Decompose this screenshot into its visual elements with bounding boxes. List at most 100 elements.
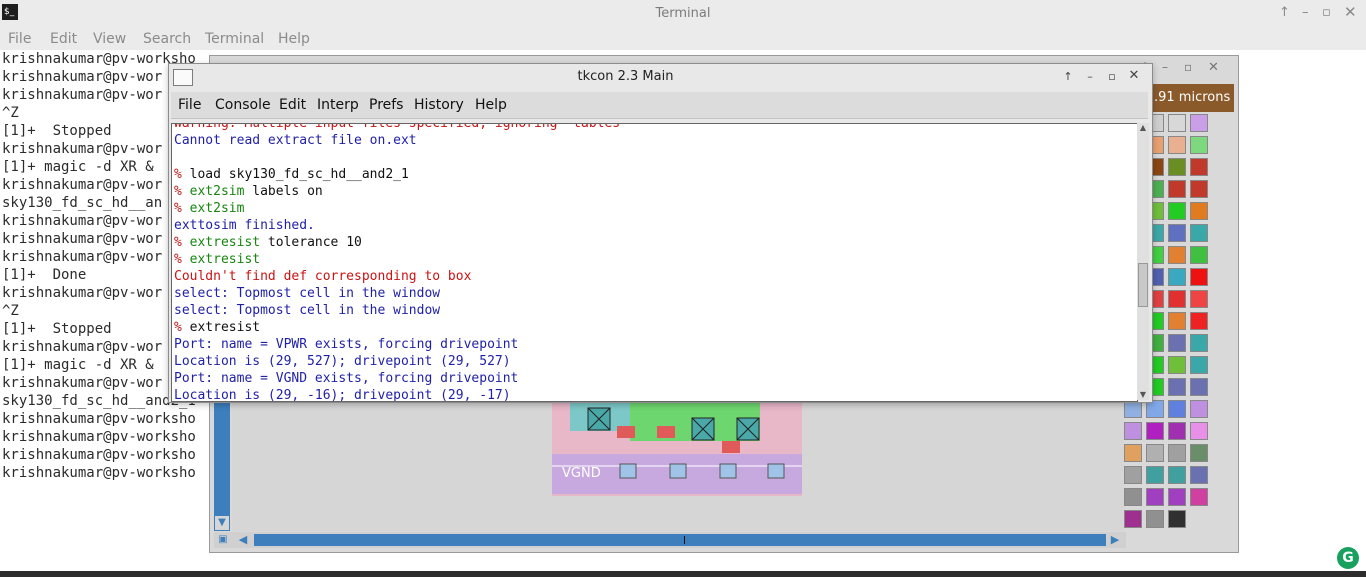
console-text: Warning: Multiple input files specified;… bbox=[174, 123, 628, 131]
layer-swatch[interactable] bbox=[1168, 466, 1186, 484]
terminal-line: krishnakumar@pv-wor bbox=[2, 87, 163, 103]
layer-swatch[interactable] bbox=[1168, 224, 1186, 242]
tkcon-menu-prefs[interactable]: Prefs bbox=[369, 97, 403, 113]
terminal-scroll-up-icon[interactable]: ↑ bbox=[1279, 5, 1290, 20]
scroll-up-arrow-icon[interactable]: ▲ bbox=[1137, 123, 1149, 133]
layer-swatch[interactable] bbox=[1190, 334, 1208, 352]
layer-swatch[interactable] bbox=[1168, 114, 1186, 132]
layer-swatch[interactable] bbox=[1168, 422, 1186, 440]
tkcon-menu-file[interactable]: File bbox=[178, 97, 201, 113]
tkcon-menu-edit[interactable]: Edit bbox=[279, 97, 306, 113]
console-text: tolerance 10 bbox=[260, 235, 362, 250]
layer-swatch[interactable] bbox=[1124, 444, 1142, 462]
console-text: extresist bbox=[189, 320, 261, 335]
magic-maximize-button[interactable]: ▫ bbox=[1184, 60, 1192, 74]
layer-swatch[interactable] bbox=[1124, 488, 1142, 506]
terminal-line: krishnakumar@pv-worksho bbox=[2, 447, 196, 463]
layer-swatch[interactable] bbox=[1124, 422, 1142, 440]
scroll-position-marker bbox=[684, 536, 685, 544]
layer-swatch[interactable] bbox=[1168, 202, 1186, 220]
layer-swatch[interactable] bbox=[1190, 114, 1208, 132]
layer-swatch[interactable] bbox=[1190, 356, 1208, 374]
scroll-left-arrow-icon[interactable]: ◀ bbox=[236, 533, 250, 547]
layer-swatch[interactable] bbox=[1190, 400, 1208, 418]
magic-close-button[interactable]: ✕ bbox=[1208, 60, 1219, 75]
layer-swatch[interactable] bbox=[1168, 268, 1186, 286]
layer-swatch[interactable] bbox=[1190, 466, 1208, 484]
layer-swatch[interactable] bbox=[1190, 246, 1208, 264]
tkcon-menu-console[interactable]: Console bbox=[215, 97, 271, 113]
terminal-menu-file[interactable]: File bbox=[8, 31, 31, 47]
tkcon-menu-interp[interactable]: Interp bbox=[317, 97, 359, 113]
terminal-minimize-button[interactable]: – bbox=[1302, 5, 1309, 20]
layer-swatch[interactable] bbox=[1168, 180, 1186, 198]
tkcon-minimize-button[interactable]: – bbox=[1081, 70, 1099, 84]
terminal-menu-search[interactable]: Search bbox=[143, 31, 191, 47]
console-command: extresist bbox=[189, 235, 261, 250]
zoom-box-icon[interactable]: ▣ bbox=[216, 533, 230, 547]
console-text: load sky130_fd_sc_hd__and2_1 bbox=[189, 167, 409, 182]
layer-swatch[interactable] bbox=[1190, 378, 1208, 396]
tkcon-console-output[interactable]: Warning: Multiple input files specified;… bbox=[171, 123, 1138, 402]
layer-swatch[interactable] bbox=[1190, 268, 1208, 286]
tkcon-menu-help[interactable]: Help bbox=[475, 97, 507, 113]
tkcon-vertical-scrollbar[interactable]: ▲ ▼ bbox=[1137, 123, 1149, 400]
layer-swatch[interactable] bbox=[1190, 180, 1208, 198]
horizontal-scroll-track[interactable] bbox=[254, 534, 1106, 546]
magic-layout-canvas[interactable]: VGND bbox=[232, 396, 1124, 531]
layer-swatch[interactable] bbox=[1168, 290, 1186, 308]
layer-swatch[interactable] bbox=[1168, 356, 1186, 374]
layer-swatch[interactable] bbox=[1190, 136, 1208, 154]
terminal-menu-help[interactable]: Help bbox=[278, 31, 310, 47]
layer-swatch[interactable] bbox=[1168, 444, 1186, 462]
scroll-down-arrow-icon[interactable]: ▼ bbox=[1137, 390, 1149, 400]
terminal-maximize-button[interactable]: ▫ bbox=[1322, 5, 1331, 20]
layer-swatch[interactable] bbox=[1146, 510, 1164, 528]
console-command: extresist bbox=[189, 252, 261, 267]
layer-swatch[interactable] bbox=[1190, 202, 1208, 220]
layer-swatch[interactable] bbox=[1190, 158, 1208, 176]
layer-swatch[interactable] bbox=[1168, 136, 1186, 154]
layer-swatch[interactable] bbox=[1168, 400, 1186, 418]
scroll-right-arrow-icon[interactable]: ▶ bbox=[1108, 533, 1122, 547]
terminal-line: krishnakumar@pv-wor bbox=[2, 213, 163, 229]
layer-swatch[interactable] bbox=[1190, 224, 1208, 242]
console-prompt: % bbox=[174, 167, 182, 182]
layer-swatch[interactable] bbox=[1168, 246, 1186, 264]
grammarly-icon[interactable]: G bbox=[1337, 547, 1359, 569]
magic-minimize-button[interactable]: – bbox=[1162, 60, 1168, 74]
layer-swatch[interactable] bbox=[1190, 312, 1208, 330]
layer-swatch[interactable] bbox=[1168, 158, 1186, 176]
layer-swatch[interactable] bbox=[1190, 290, 1208, 308]
layer-swatch[interactable] bbox=[1190, 444, 1208, 462]
layer-swatch[interactable] bbox=[1168, 488, 1186, 506]
layer-swatch[interactable] bbox=[1146, 444, 1164, 462]
layer-swatch[interactable] bbox=[1146, 422, 1164, 440]
layer-swatch[interactable] bbox=[1168, 334, 1186, 352]
terminal-menu-terminal[interactable]: Terminal bbox=[205, 31, 264, 47]
layer-swatch[interactable] bbox=[1190, 488, 1208, 506]
tkcon-scroll-thumb[interactable] bbox=[1138, 263, 1148, 307]
console-prompt: % bbox=[174, 235, 182, 250]
tkcon-maximize-button[interactable]: ▫ bbox=[1103, 70, 1121, 84]
layer-swatch[interactable] bbox=[1124, 466, 1142, 484]
layer-swatch[interactable] bbox=[1146, 466, 1164, 484]
magic-vertical-scrollbar[interactable]: ▼ bbox=[214, 396, 230, 531]
console-text: select: Topmost cell in the window bbox=[174, 286, 441, 301]
layer-swatch[interactable] bbox=[1190, 422, 1208, 440]
tkcon-menu-history[interactable]: History bbox=[414, 97, 464, 113]
scroll-down-arrow-icon[interactable]: ▼ bbox=[215, 516, 229, 530]
terminal-close-button[interactable]: ✕ bbox=[1344, 3, 1357, 21]
tkcon-close-button[interactable]: ✕ bbox=[1125, 68, 1143, 83]
console-line: % ext2sim bbox=[174, 200, 244, 217]
layer-swatch[interactable] bbox=[1168, 510, 1186, 528]
layer-swatch[interactable] bbox=[1168, 312, 1186, 330]
layer-swatch[interactable] bbox=[1124, 510, 1142, 528]
magic-horizontal-scrollbar[interactable]: ▣ ◀ ▶ bbox=[214, 532, 1126, 548]
terminal-line: krishnakumar@pv-wor bbox=[2, 141, 163, 157]
tkcon-shade-up-icon[interactable]: ↑ bbox=[1059, 70, 1077, 84]
terminal-menu-edit[interactable]: Edit bbox=[50, 31, 77, 47]
layer-swatch[interactable] bbox=[1168, 378, 1186, 396]
layer-swatch[interactable] bbox=[1146, 488, 1164, 506]
terminal-menu-view[interactable]: View bbox=[93, 31, 126, 47]
